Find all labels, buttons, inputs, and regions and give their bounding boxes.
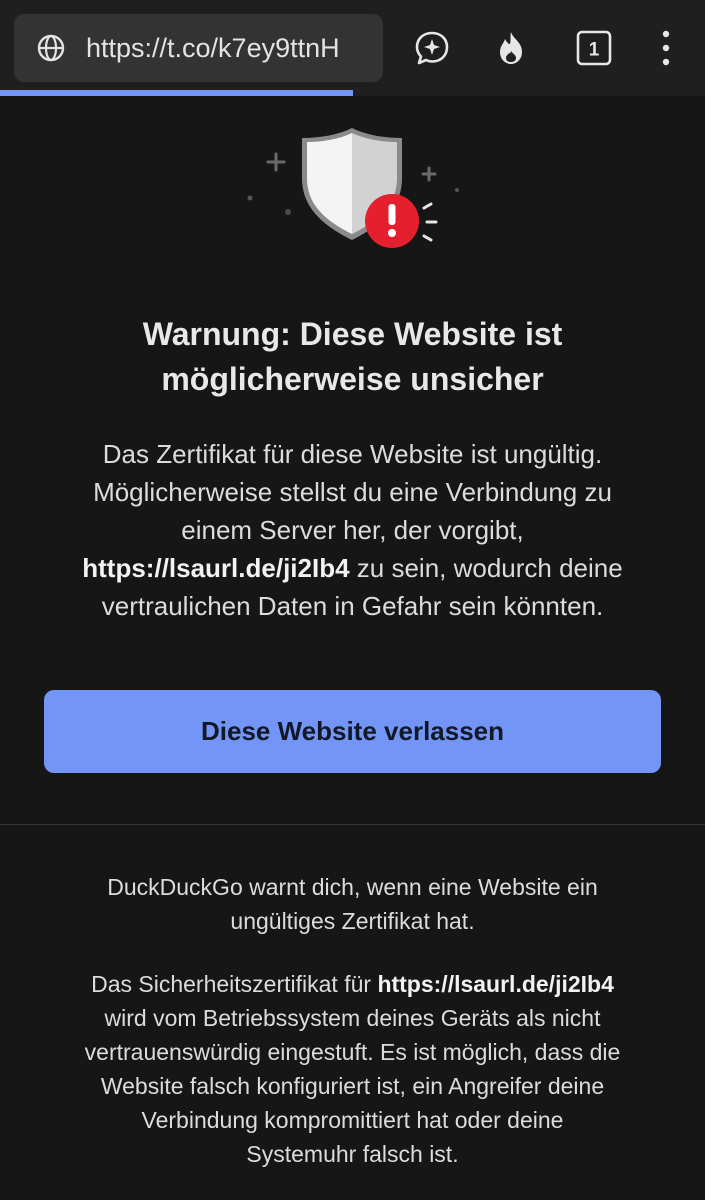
warning-description-line: vertraulichen Daten in Gefahr sein könnt… — [101, 591, 604, 621]
fire-icon[interactable] — [492, 29, 530, 67]
section-divider — [0, 824, 705, 825]
details-line: Verbindung kompromittiert hat oder deine — [141, 1107, 564, 1133]
url-text[interactable]: https://t.co/k7ey9ttnH — [86, 33, 380, 63]
leave-site-button[interactable]: Diese Website verlassen — [44, 690, 661, 773]
warning-description-line: Das Zertifikat für diese Website ist ung… — [102, 439, 603, 469]
overflow-menu-icon[interactable] — [648, 29, 684, 67]
duck-ai-chat-icon[interactable] — [413, 29, 451, 67]
warning-title-line: möglicherweise unsicher — [161, 361, 544, 397]
address-bar[interactable]: https://t.co/k7ey9ttnH — [14, 14, 383, 82]
warning-description-text: zu sein, wodurch deine — [349, 553, 623, 583]
details-line: wird vom Betriebssystem deines Geräts al… — [104, 1005, 601, 1031]
warning-description-line: https://lsaurl.de/ji2Ib4 zu sein, wodurc… — [30, 549, 675, 587]
warning-title-line: Warnung: Diese Website ist — [142, 316, 563, 352]
details-paragraph-1: DuckDuckGo warnt dich, wenn eine Website… — [30, 870, 675, 938]
page-load-progress-fill — [0, 90, 353, 96]
details-line: Systemuhr falsch ist. — [246, 1141, 459, 1167]
details-line: vertrauenswürdig eingestuft. Es ist mögl… — [84, 1039, 621, 1065]
details-line: Das Sicherheitszertifikat für https://ls… — [30, 967, 675, 1001]
shield-warning-icon — [247, 128, 459, 248]
warning-description-line: einem Server her, der vorgibt, — [181, 515, 524, 545]
details-domain: https://lsaurl.de/ji2Ib4 — [377, 971, 614, 997]
warning-domain: https://lsaurl.de/ji2Ib4 — [82, 553, 350, 583]
details-line: DuckDuckGo warnt dich, wenn eine Website… — [107, 874, 598, 900]
tab-switcher-icon[interactable]: 1 — [575, 29, 613, 67]
warning-title: Warnung: Diese Website ist möglicherweis… — [60, 312, 645, 402]
globe-icon — [37, 34, 65, 62]
details-text: Das Sicherheitszertifikat für — [91, 971, 378, 997]
warning-description-line: Möglicherweise stellst du eine Verbindun… — [93, 477, 612, 507]
details-line: ungültiges Zertifikat hat. — [230, 908, 475, 934]
details-paragraph-2: Das Sicherheitszertifikat für https://ls… — [30, 967, 675, 1171]
tab-count: 1 — [589, 40, 600, 61]
details-line: Website falsch konfiguriert ist, ein Ang… — [100, 1073, 605, 1099]
warning-description: Das Zertifikat für diese Website ist ung… — [30, 435, 675, 625]
browser-toolbar: https://t.co/k7ey9ttnH 1 — [0, 0, 705, 96]
page-load-progress — [0, 90, 705, 96]
